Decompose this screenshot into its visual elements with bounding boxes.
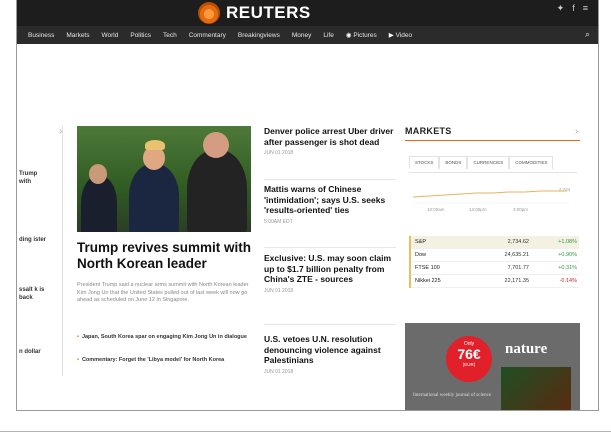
market-row[interactable]: Nikkei 225 22,171.35 -0.14% xyxy=(411,275,579,288)
nav-item-money[interactable]: Money xyxy=(292,32,312,39)
promo-price: 76€ xyxy=(457,346,481,362)
nav-item-breakingviews[interactable]: Breakingviews xyxy=(238,32,280,39)
related-link-text: Japan, South Korea spar on engaging Kim … xyxy=(81,334,247,340)
left-teaser[interactable]: ding ister xyxy=(19,236,47,244)
market-name: S&P xyxy=(415,239,427,245)
lead-photo[interactable] xyxy=(77,126,251,232)
story-item[interactable]: Exclusive: U.S. may soon claim up to $1.… xyxy=(264,253,396,294)
market-change: +1.08% xyxy=(558,239,577,245)
chart-line xyxy=(412,190,567,198)
social-links: ✦ f ≡ xyxy=(557,3,588,14)
market-value: 7,701.77 xyxy=(507,265,529,271)
story-item[interactable]: U.S. vetoes U.N. resolution denouncing v… xyxy=(264,334,396,375)
related-link[interactable]: • Commentary: Forget the 'Libya model' fo… xyxy=(77,357,253,365)
chart-time: 10:00am xyxy=(427,207,445,212)
nav-item-commentary[interactable]: Commentary xyxy=(189,32,226,39)
magazine-cover xyxy=(501,367,571,410)
market-name: Dow xyxy=(415,252,427,258)
price-badge: Only 76€ (EUR) xyxy=(446,336,492,382)
story-item[interactable]: Mattis warns of Chinese 'intimidation'; … xyxy=(264,184,396,225)
twitter-icon[interactable]: ✦ xyxy=(557,3,565,14)
story-title: U.S. vetoes U.N. resolution denouncing v… xyxy=(264,334,381,365)
market-change: +0.90% xyxy=(558,252,577,258)
bullet-icon: • xyxy=(77,357,79,363)
facebook-icon[interactable]: f xyxy=(572,3,575,14)
chart-time: 12:00pm xyxy=(469,207,487,212)
market-name: FTSE 100 xyxy=(415,265,440,271)
top-header: REUTERS ✦ f ≡ xyxy=(17,0,598,26)
pictures-label: Pictures xyxy=(353,32,377,39)
nav-item-world[interactable]: World xyxy=(102,32,119,39)
related-link[interactable]: • Japan, South Korea spar on engaging Kim… xyxy=(77,334,253,342)
nav-item-markets[interactable]: Markets xyxy=(66,32,89,39)
main-navigation: Business Markets World Politics Tech Com… xyxy=(17,26,598,44)
tab-currencies[interactable]: CURRENCIES xyxy=(467,156,510,169)
chevron-right-icon[interactable]: › xyxy=(59,126,62,137)
reuters-logo-icon xyxy=(198,2,220,24)
bullet-icon: • xyxy=(77,334,79,340)
camera-icon: ◉ xyxy=(345,32,352,39)
market-row[interactable]: FTSE 100 7,701.77 +0.31% xyxy=(411,262,579,275)
market-value: 24,635.21 xyxy=(504,252,529,258)
nature-ad[interactable]: Only 76€ (EUR) nature International week… xyxy=(405,323,580,410)
menu-icon[interactable]: ≡ xyxy=(583,3,588,14)
left-teaser[interactable]: n dollar xyxy=(19,348,47,356)
nav-item-life[interactable]: Life xyxy=(323,32,333,39)
market-row[interactable]: S&P 2,734.62 +1.08% xyxy=(411,236,579,249)
left-teaser-column: › Trump with ding ister ssalt k is back … xyxy=(17,126,63,376)
reuters-logo[interactable]: REUTERS xyxy=(198,2,311,24)
nav-item-tech[interactable]: Tech xyxy=(163,32,177,39)
related-link-text: Commentary: Forget the 'Libya model' for… xyxy=(81,357,225,363)
story-title: Mattis warns of Chinese 'intimidation'; … xyxy=(264,184,386,215)
browser-viewport: REUTERS ✦ f ≡ Business Markets World Pol… xyxy=(16,0,599,411)
nav-item-politics[interactable]: Politics xyxy=(130,32,151,39)
markets-chart[interactable]: 2,734 10:00am 12:00pm 2:00pm xyxy=(409,172,577,217)
story-date: JUN 01 2018 xyxy=(264,150,294,156)
video-icon: ▶ xyxy=(388,32,394,39)
story-date: 5:00AM EDT xyxy=(264,218,293,225)
market-change: +0.31% xyxy=(558,265,577,271)
story-title: Denver police arrest Uber driver after p… xyxy=(264,126,394,147)
market-name: Nikkei 225 xyxy=(415,278,441,284)
story-title: Exclusive: U.S. may soon claim up to $1.… xyxy=(264,253,392,284)
promo-bottom: (EUR) xyxy=(462,362,476,367)
nav-item-pictures[interactable]: ◉ Pictures xyxy=(346,31,377,39)
chart-value: 2,734 xyxy=(559,187,571,192)
story-date: JUN 01 2018 xyxy=(264,287,294,294)
lead-headline[interactable]: Trump revives summit with North Korean l… xyxy=(77,240,257,272)
market-row[interactable]: Dow 24,635.21 +0.90% xyxy=(411,249,579,262)
markets-title: MARKETS xyxy=(405,126,452,136)
chevron-right-icon[interactable]: › xyxy=(575,126,578,137)
markets-table: S&P 2,734.62 +1.08% Dow 24,635.21 +0.90%… xyxy=(409,236,579,288)
story-date: JUN 01 2018 xyxy=(264,368,294,375)
ad-brand: nature xyxy=(505,341,548,357)
brand-name: REUTERS xyxy=(226,3,311,22)
search-icon[interactable]: ⌕ xyxy=(585,29,590,40)
left-teaser[interactable]: Trump with xyxy=(19,170,47,186)
market-value: 2,734.62 xyxy=(507,239,529,245)
markets-rule xyxy=(405,140,580,141)
page-divider xyxy=(0,431,611,432)
markets-tabs: STOCKS BONDS CURRENCIES COMMODITIES xyxy=(409,156,554,169)
tab-commodities[interactable]: COMMODITIES xyxy=(509,156,554,169)
markets-widget: MARKETS › STOCKS BONDS CURRENCIES COMMOD… xyxy=(405,126,580,288)
market-value: 22,171.35 xyxy=(504,278,529,284)
nav-item-business[interactable]: Business xyxy=(28,32,54,39)
tab-bonds[interactable]: BONDS xyxy=(439,156,468,169)
ad-tagline: International weekly journal of science xyxy=(413,393,492,398)
story-item[interactable]: Denver police arrest Uber driver after p… xyxy=(264,126,396,156)
tab-stocks[interactable]: STOCKS xyxy=(409,156,440,169)
left-teaser[interactable]: ssalt k is back xyxy=(19,286,47,302)
chart-time: 2:00pm xyxy=(513,207,529,212)
nav-item-video[interactable]: ▶ Video xyxy=(389,31,412,39)
market-change: -0.14% xyxy=(559,278,577,284)
video-label: Video xyxy=(395,32,413,39)
lead-summary: President Trump said a nuclear arms summ… xyxy=(77,282,249,303)
